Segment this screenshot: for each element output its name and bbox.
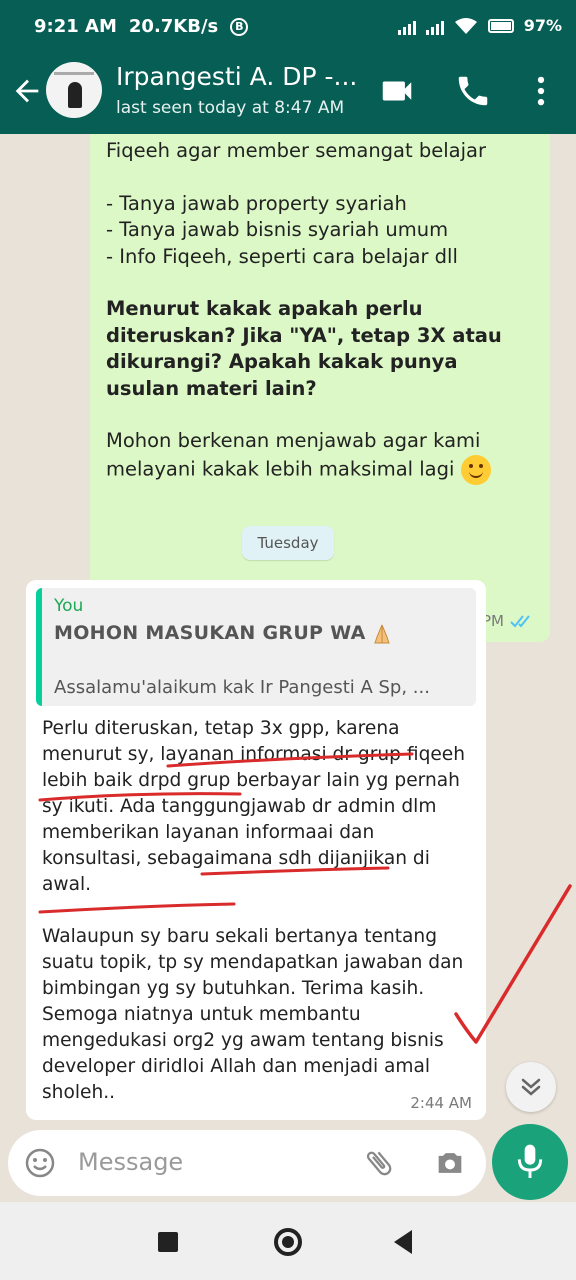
folded-hands-emoji-icon: [373, 624, 390, 643]
quoted-message[interactable]: You MOHON MASUKAN GRUP WA Assalamu'alaik…: [36, 588, 476, 706]
avatar[interactable]: [46, 62, 102, 118]
chat-header: Irpangesti A. DP -... last seen today at…: [0, 56, 576, 134]
attach-icon[interactable]: [362, 1146, 396, 1180]
status-bar: 9:21 AM 20.7KB/s B 97%: [0, 0, 576, 56]
last-seen: last seen today at 8:47 AM: [116, 98, 345, 118]
closing-text: Mohon berkenan menjawab agar kami melaya…: [106, 429, 481, 480]
video-call-icon[interactable]: [378, 72, 416, 110]
back-arrow-icon[interactable]: [10, 74, 44, 108]
signal-icon-2: [425, 17, 444, 35]
message-time: 2:44 AM: [410, 1094, 472, 1112]
phone-icon[interactable]: [454, 72, 492, 110]
message-placeholder: Message: [78, 1148, 184, 1176]
battery-icon: [487, 18, 514, 33]
mic-button[interactable]: [492, 1124, 568, 1200]
list-item: - Tanya jawab property syariah: [106, 191, 407, 215]
battery-level: 97%: [523, 16, 562, 35]
home-button[interactable]: [274, 1228, 302, 1256]
contact-name[interactable]: Irpangesti A. DP -...: [116, 62, 357, 91]
chat-area[interactable]: Fiqeeh agar member semangat belajar - Ta…: [0, 134, 576, 1124]
scroll-down-button[interactable]: [506, 1062, 556, 1112]
signal-icon: [397, 17, 416, 35]
network-speed: 20.7KB/s: [128, 16, 219, 37]
read-receipt-icon: [510, 615, 530, 628]
message-input[interactable]: Message: [8, 1130, 486, 1196]
list-item: - Info Fiqeeh, seperti cara belajar dll: [106, 244, 458, 268]
back-button[interactable]: [394, 1230, 412, 1254]
emoji-icon[interactable]: [24, 1147, 56, 1179]
recents-button[interactable]: [158, 1232, 178, 1252]
camera-icon[interactable]: [432, 1146, 468, 1180]
mic-icon: [517, 1144, 543, 1178]
question-text: Menurut kakak apakah perlu diteruskan? J…: [106, 297, 502, 400]
outgoing-message[interactable]: Fiqeeh agar member semangat belajar - Ta…: [90, 134, 550, 642]
b-icon: B: [230, 17, 249, 36]
incoming-message[interactable]: You MOHON MASUKAN GRUP WA Assalamu'alaik…: [26, 580, 486, 1120]
message-text: Perlu diteruskan, tetap 3x gpp, karena m…: [42, 718, 466, 895]
date-divider: Tuesday: [242, 526, 334, 560]
system-nav-bar: [0, 1202, 576, 1280]
message-text: Fiqeeh agar member semangat belajar: [106, 139, 486, 162]
quote-title: MOHON MASUKAN GRUP WA: [54, 622, 366, 644]
message-text: Walaupun sy baru sekali bertanya tentang…: [42, 926, 464, 1103]
list-item: - Tanya jawab bisnis syariah umum: [106, 218, 449, 241]
wifi-icon: [454, 17, 477, 34]
status-time: 9:21 AM: [34, 16, 117, 37]
quote-author: You: [54, 596, 84, 616]
double-chevron-down-icon: [521, 1078, 541, 1096]
input-bar: Message: [0, 1124, 576, 1202]
hugging-face-emoji-icon: [460, 454, 491, 485]
more-vert-icon[interactable]: [522, 72, 560, 110]
quote-body: Assalamu'alaikum kak Ir Pangesti A Sp, .…: [54, 677, 430, 698]
